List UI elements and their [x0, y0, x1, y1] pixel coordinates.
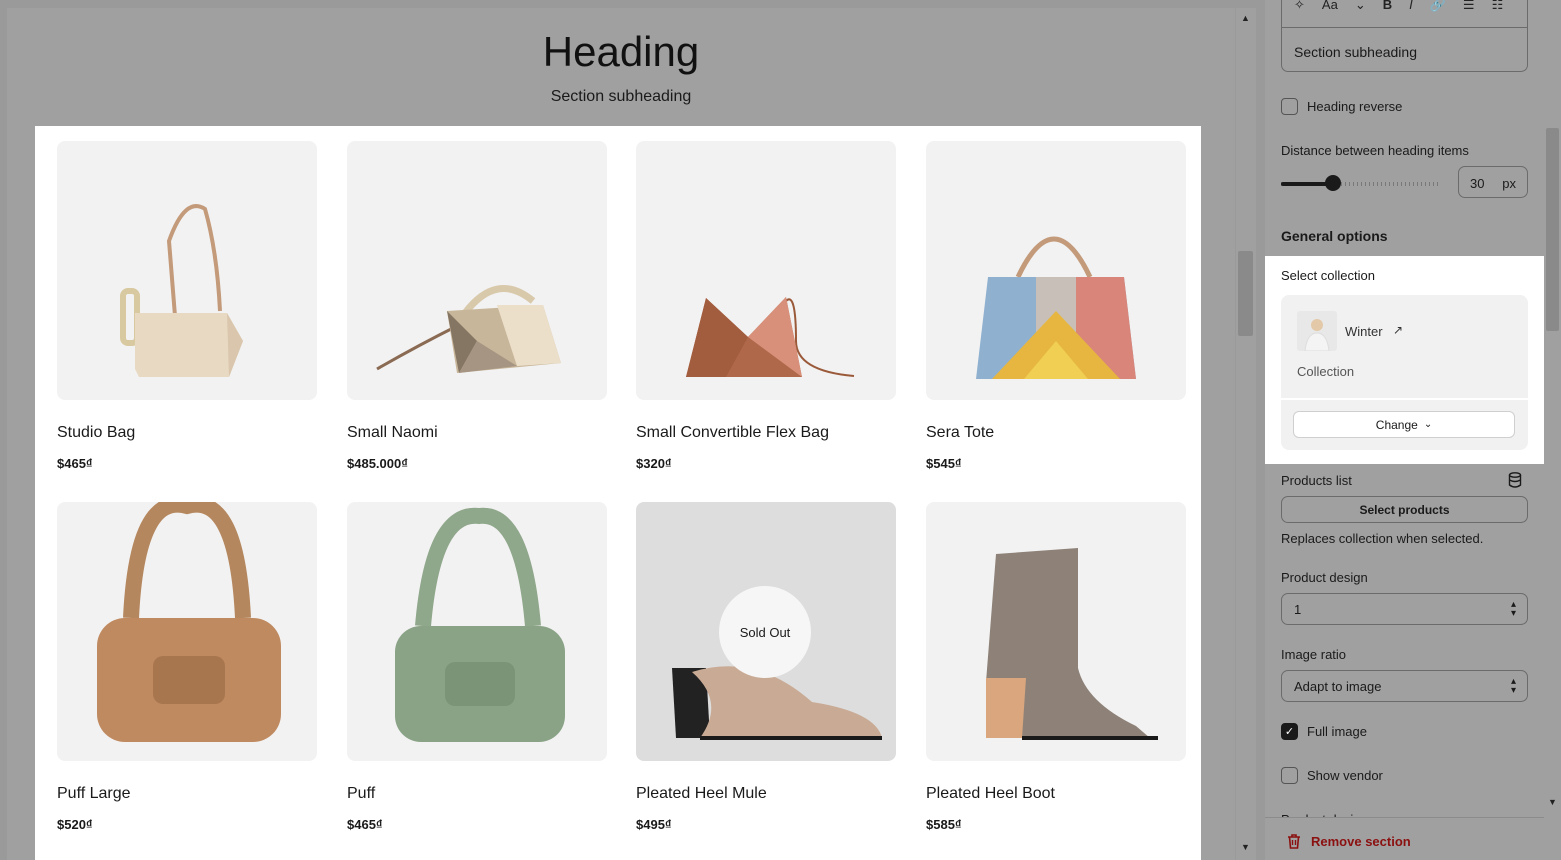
rte-toolbar: ✧ Aa ⌄ B I 🔗 ☰ ☷ [1294, 0, 1503, 13]
trash-icon [1288, 834, 1300, 849]
external-link-icon[interactable]: ↗ [1393, 323, 1403, 337]
heading-reverse-row[interactable]: Heading reverse [1281, 98, 1402, 115]
remove-section-label: Remove section [1311, 834, 1411, 849]
product-image[interactable]: Sold Out [636, 502, 896, 761]
panel-footer: Remove section [1265, 817, 1544, 860]
distance-value[interactable]: 30 [1470, 176, 1484, 191]
product-price: $320₫ [636, 456, 672, 471]
image-ratio-value: Adapt to image [1294, 679, 1382, 694]
section-heading: Heading [542, 28, 700, 75]
collection-card: Winter ↗ Collection [1281, 295, 1528, 398]
preview-pane: Heading Section subheading Studio Bag $4… [0, 0, 1264, 860]
product-card[interactable]: Studio Bag $465₫ [57, 141, 317, 471]
select-products-button[interactable]: Select products [1281, 496, 1528, 523]
full-image-row[interactable]: ✓ Full image [1281, 723, 1367, 740]
full-image-label: Full image [1307, 724, 1367, 739]
remove-section-button[interactable]: Remove section [1287, 834, 1411, 849]
chevron-down-icon: ⌄ [1423, 419, 1433, 430]
subheading-value[interactable]: Section subheading [1294, 44, 1417, 60]
product-price: $465₫ [57, 456, 93, 471]
product-price: $520₫ [57, 817, 93, 832]
product-title[interactable]: Pleated Heel Boot [926, 785, 1186, 803]
product-grid: Studio Bag $465₫ Small Naomi $485.000₫ S… [35, 126, 1201, 860]
section-subheading: Section subheading [550, 88, 692, 105]
select-collection-box: Select collection Winter ↗ Collection Ch… [1265, 256, 1544, 464]
show-vendor-label: Show vendor [1307, 768, 1383, 783]
panel-scroll-thumb[interactable] [1546, 128, 1559, 331]
show-vendor-checkbox[interactable] [1281, 767, 1298, 784]
product-card[interactable]: Sold Out Pleated Heel Mule $495₫ [636, 502, 896, 832]
sold-out-badge: Sold Out [719, 586, 811, 678]
product-price: $485.000₫ [347, 456, 408, 471]
chevron-down-icon[interactable]: ⌄ [1355, 0, 1366, 13]
select-collection-label: Select collection [1281, 268, 1375, 283]
distance-input[interactable]: 30 px [1458, 166, 1528, 198]
product-image[interactable] [636, 141, 896, 400]
product-image[interactable] [57, 502, 317, 761]
scroll-down-icon[interactable]: ▼ [1241, 842, 1250, 852]
products-help-text: Replaces collection when selected. [1281, 531, 1484, 546]
product-card[interactable]: Puff $465₫ [347, 502, 607, 832]
product-card[interactable]: Pleated Heel Boot $585₫ [926, 502, 1186, 832]
product-price: $545₫ [926, 456, 962, 471]
scroll-up-icon[interactable]: ▲ [1241, 13, 1250, 23]
product-title[interactable]: Puff Large [57, 785, 317, 803]
collection-thumbnail [1297, 311, 1337, 351]
rte-divider [1282, 27, 1527, 28]
collection-footer: Change ⌄ [1281, 400, 1528, 450]
product-card[interactable]: Sera Tote $545₫ [926, 141, 1186, 471]
numbered-list-icon[interactable]: ☷ [1492, 0, 1504, 13]
product-price: $585₫ [926, 817, 962, 832]
product-title[interactable]: Small Convertible Flex Bag [636, 424, 896, 442]
collection-type: Collection [1297, 364, 1355, 379]
product-design-value: 1 [1294, 602, 1302, 617]
general-options-title: General options [1281, 228, 1388, 244]
select-caret-icon: ▴ ▾ [1510, 599, 1516, 619]
distance-unit: px [1502, 176, 1516, 191]
full-image-checkbox[interactable]: ✓ [1281, 723, 1298, 740]
product-title[interactable]: Puff [347, 785, 607, 803]
preview-canvas: Heading Section subheading Studio Bag $4… [7, 8, 1235, 860]
image-ratio-label: Image ratio [1281, 647, 1347, 662]
product-design-select[interactable]: 1 ▴ ▾ [1281, 593, 1528, 625]
product-title[interactable]: Sera Tote [926, 424, 1186, 442]
preview-scrollbar[interactable]: ▲ ▼ [1236, 8, 1256, 860]
scroll-down-icon[interactable]: ▼ [1548, 797, 1557, 807]
product-image[interactable] [926, 502, 1186, 761]
product-image[interactable] [57, 141, 317, 400]
bold-icon[interactable]: B [1383, 0, 1392, 13]
product-image[interactable] [347, 141, 607, 400]
heading-reverse-label: Heading reverse [1307, 99, 1403, 114]
select-caret-icon: ▴ ▾ [1510, 676, 1516, 696]
distance-label: Distance between heading items [1281, 143, 1469, 158]
link-icon[interactable]: 🔗 [1430, 0, 1446, 13]
distance-slider-handle[interactable] [1325, 175, 1341, 191]
subheading-editor[interactable]: ✧ Aa ⌄ B I 🔗 ☰ ☷ Section subheading [1281, 0, 1528, 72]
collection-name: Winter [1345, 324, 1383, 339]
font-size-icon[interactable]: Aa [1322, 0, 1338, 13]
products-list-label: Products list [1281, 473, 1352, 488]
bullet-list-icon[interactable]: ☰ [1463, 0, 1475, 13]
product-design-label: Product design [1281, 570, 1368, 585]
show-vendor-row[interactable]: Show vendor [1281, 767, 1383, 784]
italic-icon[interactable]: I [1409, 0, 1413, 13]
database-icon[interactable] [1508, 472, 1522, 488]
product-card[interactable]: Puff Large $520₫ [57, 502, 317, 832]
preview-scroll-thumb[interactable] [1238, 251, 1253, 336]
product-image[interactable] [347, 502, 607, 761]
product-card[interactable]: Small Naomi $485.000₫ [347, 141, 607, 471]
change-label: Change [1375, 417, 1418, 432]
sparkle-icon[interactable]: ✧ [1294, 0, 1305, 13]
product-title[interactable]: Small Naomi [347, 424, 607, 442]
product-image[interactable] [926, 141, 1186, 400]
product-title[interactable]: Pleated Heel Mule [636, 785, 896, 803]
product-price: $495₫ [636, 817, 672, 832]
product-card[interactable]: Small Convertible Flex Bag $320₫ [636, 141, 896, 471]
product-price: $465₫ [347, 817, 383, 832]
heading-reverse-checkbox[interactable] [1281, 98, 1298, 115]
product-title[interactable]: Studio Bag [57, 424, 317, 442]
change-collection-button[interactable]: Change ⌄ [1293, 411, 1515, 438]
image-ratio-select[interactable]: Adapt to image ▴ ▾ [1281, 670, 1528, 702]
